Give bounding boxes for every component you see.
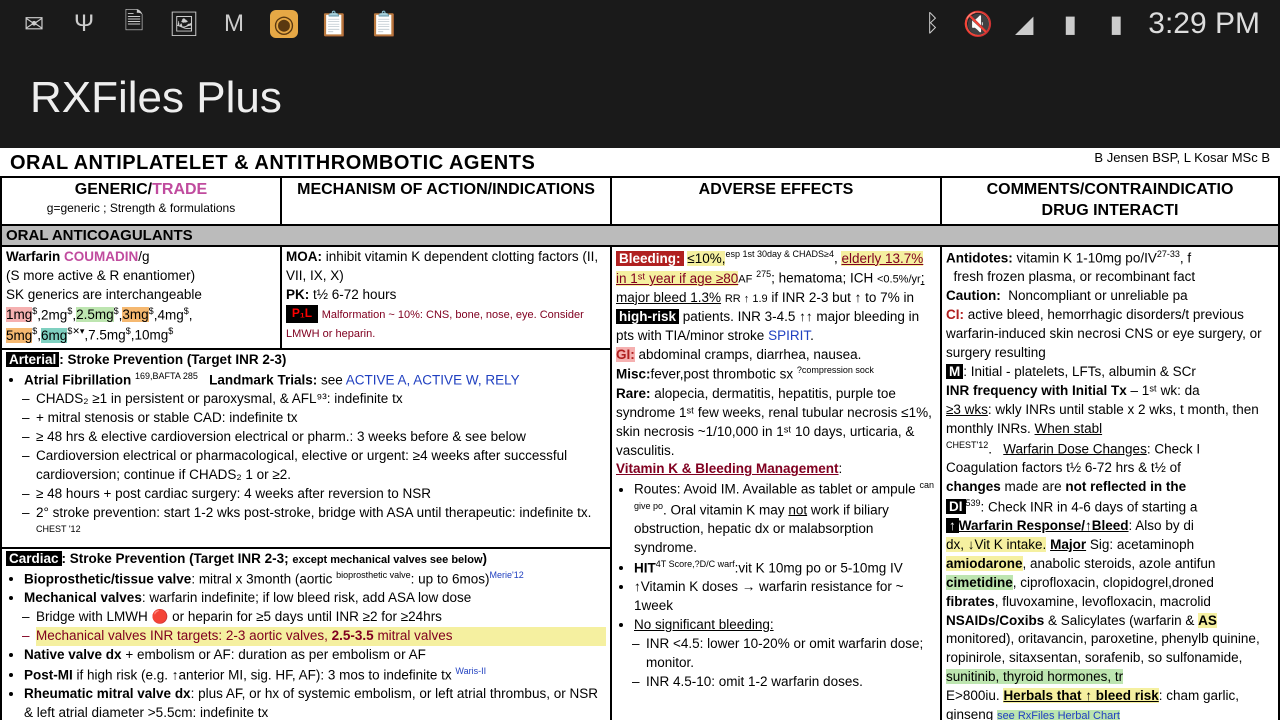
status-right: ᛒ 🔇 ◢ ▮ ▮ 3:29 PM — [918, 7, 1260, 41]
list-item: ↑Vitamin K doses → warfarin resistance f… — [634, 578, 936, 616]
di-label: DI — [946, 499, 966, 514]
gi-label: GI: — [616, 347, 635, 362]
list-item: Mechanical valves INR targets: 2-3 aorti… — [36, 627, 606, 646]
document-author: B Jensen BSP, L Kosar MSc B — [1094, 150, 1270, 167]
list-item: 2° stroke prevention: start 1-2 wks post… — [36, 504, 606, 543]
app-title: RXFiles Plus — [0, 48, 1280, 148]
cardiac-cell: Cardiac: Stroke Prevention (Target INR 2… — [1, 548, 611, 720]
list-item: + mitral stenosis or stable CAD: indefin… — [36, 409, 606, 428]
vitk-header: Vitamin K & Bleeding Management — [616, 461, 839, 476]
list-item: Post-MI if high risk (e.g. ↑anterior MI,… — [24, 665, 606, 685]
herbal-link[interactable]: see RxFiles Herbal Chart — [997, 710, 1120, 720]
list-item: Bioprosthetic/tissue valve: mitral x 3mo… — [24, 569, 606, 589]
battery-icon: ▮ — [1102, 10, 1130, 38]
col-mechanism: MECHANISM OF ACTION/INDICATIONS — [281, 177, 611, 225]
list-item: CHADS₂ ≥1 in persistent or paroxysmal, &… — [36, 390, 606, 409]
list-item: ≥ 48 hrs & elective cardioversion electr… — [36, 428, 606, 447]
list-item: Cardioversion electrical or pharmacologi… — [36, 447, 606, 485]
warfarin-row: Warfarin COUMADIN/g (S more active & R e… — [1, 246, 1279, 349]
m-label: M — [946, 364, 963, 379]
clipboard2-icon[interactable]: 📋 — [370, 10, 398, 38]
photo-icon[interactable]: 🖼 — [170, 10, 198, 38]
document-icon[interactable]: 🗎 — [120, 10, 148, 38]
col-adverse: ADVERSE EFFECTS — [611, 177, 941, 225]
list-item: ≥ 48 hours + post cardiac surgery: 4 wee… — [36, 485, 606, 504]
notification-icons: ✉ Ψ 🗎 🖼 M ◉ 📋 📋 — [20, 10, 398, 38]
section-label: ORAL ANTICOAGULANTS — [1, 225, 1279, 247]
comments-cell: Antidotes: vitamin K 1-10mg po/IV27-33, … — [941, 246, 1279, 720]
signal-icon: ▮ — [1056, 10, 1084, 38]
list-item: HIT4T Score,?D/C warf:vit K 10mg po or 5… — [634, 558, 936, 578]
arterial-label: Arterial — [6, 352, 59, 367]
table-header-row: GENERIC/TRADE g=generic ; Strength & for… — [1, 177, 1279, 225]
bluetooth-icon: ᛒ — [918, 10, 946, 38]
ci-label: CI: — [946, 307, 964, 322]
high-risk-label: high-risk — [616, 309, 679, 324]
document-content: ORAL ANTIPLATELET & ANTITHROMBOTIC AGENT… — [0, 148, 1280, 720]
drug-table: GENERIC/TRADE g=generic ; Strength & for… — [0, 176, 1280, 720]
adverse-cell: Bleeding: ≤10%,esp 1st 30day & CHADS≥4, … — [611, 246, 941, 720]
usb-icon[interactable]: Ψ — [70, 10, 98, 38]
cardiac-label: Cardiac — [6, 551, 62, 566]
list-item: No significant bleeding: — [634, 616, 936, 635]
misc-label: Misc: — [616, 367, 651, 382]
bleeding-label: Bleeding: — [616, 251, 684, 266]
document-title: ORAL ANTIPLATELET & ANTITHROMBOTIC AGENT… — [0, 148, 1280, 176]
document-viewer[interactable]: ORAL ANTIPLATELET & ANTITHROMBOTIC AGENT… — [0, 148, 1280, 720]
gmail-icon[interactable]: M — [220, 10, 248, 38]
list-item: INR 4.5-10: omit 1-2 warfarin doses. — [646, 673, 936, 692]
clipboard1-icon[interactable]: 📋 — [320, 10, 348, 38]
col-generic-trade: GENERIC/TRADE g=generic ; Strength & for… — [1, 177, 281, 225]
mute-icon: 🔇 — [964, 10, 992, 38]
list-item: Bridge with LMWH 🔴 or heparin for ≥5 day… — [36, 608, 606, 627]
col-comments: COMMENTS/CONTRAINDICATIO DRUG INTERACTI — [941, 177, 1279, 225]
pregnancy-icon: P₁L — [286, 305, 318, 323]
moa-cell: MOA: inhibit vitamin K dependent clottin… — [281, 246, 611, 349]
list-item: Routes: Avoid IM. Available as tablet or… — [634, 479, 936, 558]
app-badge-icon[interactable]: ◉ — [270, 10, 298, 38]
generic-trade-cell: Warfarin COUMADIN/g (S more active & R e… — [1, 246, 281, 349]
up-arrow-icon: ↑ — [946, 518, 959, 533]
arterial-cell: Arterial: Stroke Prevention (Target INR … — [1, 349, 611, 548]
caution-label: Caution: — [946, 288, 1001, 303]
clock: 3:29 PM — [1148, 7, 1260, 41]
list-item: Mechanical valves: warfarin indefinite; … — [24, 589, 606, 608]
antidotes-label: Antidotes: — [946, 251, 1013, 266]
android-status-bar: ✉ Ψ 🗎 🖼 M ◉ 📋 📋 ᛒ 🔇 ◢ ▮ ▮ 3:29 PM — [0, 0, 1280, 48]
list-item: Atrial Fibrillation 169,BAFTA 285 Landma… — [24, 370, 606, 390]
mail-icon[interactable]: ✉ — [20, 10, 48, 38]
wifi-icon: ◢ — [1010, 10, 1038, 38]
rare-label: Rare: — [616, 386, 651, 401]
list-item: INR <4.5: lower 10-20% or omit warfarin … — [646, 635, 936, 673]
list-item: Rheumatic mitral valve dx: plus AF, or h… — [24, 685, 606, 720]
list-item: Native valve dx + embolism or AF: durati… — [24, 646, 606, 665]
section-oral-anticoagulants: ORAL ANTICOAGULANTS — [1, 225, 1279, 247]
col1-sublabel: g=generic ; Strength & formulations — [4, 201, 278, 217]
